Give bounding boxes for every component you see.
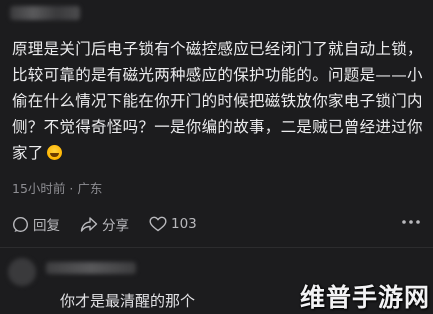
comment-body: 原理是关门后电子锁有个磁控感应已经闭门了就自动上锁，比较可靠的是有磁光两种感应的… bbox=[12, 36, 426, 166]
comment-actions: 回复 分享 103 bbox=[12, 214, 217, 234]
more-options-button[interactable] bbox=[399, 210, 423, 234]
comment-meta: 15小时前 · 广东 bbox=[12, 178, 102, 197]
like-count: 103 bbox=[171, 216, 197, 232]
like-button[interactable]: 103 bbox=[149, 216, 197, 232]
reply-bubble-icon bbox=[12, 216, 29, 232]
comment-location: 广东 bbox=[77, 181, 103, 196]
laughing-emoji-icon bbox=[46, 145, 62, 160]
share-label: 分享 bbox=[102, 218, 129, 234]
reply-preview-text: 你才是最清醒的那个 bbox=[60, 292, 196, 310]
reply-username-blurred[interactable] bbox=[46, 262, 136, 274]
share-button[interactable]: 分享 bbox=[80, 214, 129, 234]
divider bbox=[0, 247, 433, 248]
blurred-username[interactable] bbox=[10, 6, 80, 20]
meta-separator: · bbox=[69, 181, 74, 196]
heart-icon bbox=[149, 216, 167, 232]
more-dots-icon bbox=[402, 220, 420, 224]
reply-label: 回复 bbox=[33, 218, 60, 234]
reply-button[interactable]: 回复 bbox=[12, 214, 60, 234]
comment-time: 15小时前 bbox=[12, 181, 66, 196]
site-watermark: 维普手游网 bbox=[300, 283, 431, 312]
comment-text: 原理是关门后电子锁有个磁控感应已经闭门了就自动上锁，比较可靠的是有磁光两种感应的… bbox=[12, 40, 423, 162]
reply-avatar[interactable] bbox=[8, 258, 36, 286]
share-arrow-icon bbox=[80, 216, 98, 232]
